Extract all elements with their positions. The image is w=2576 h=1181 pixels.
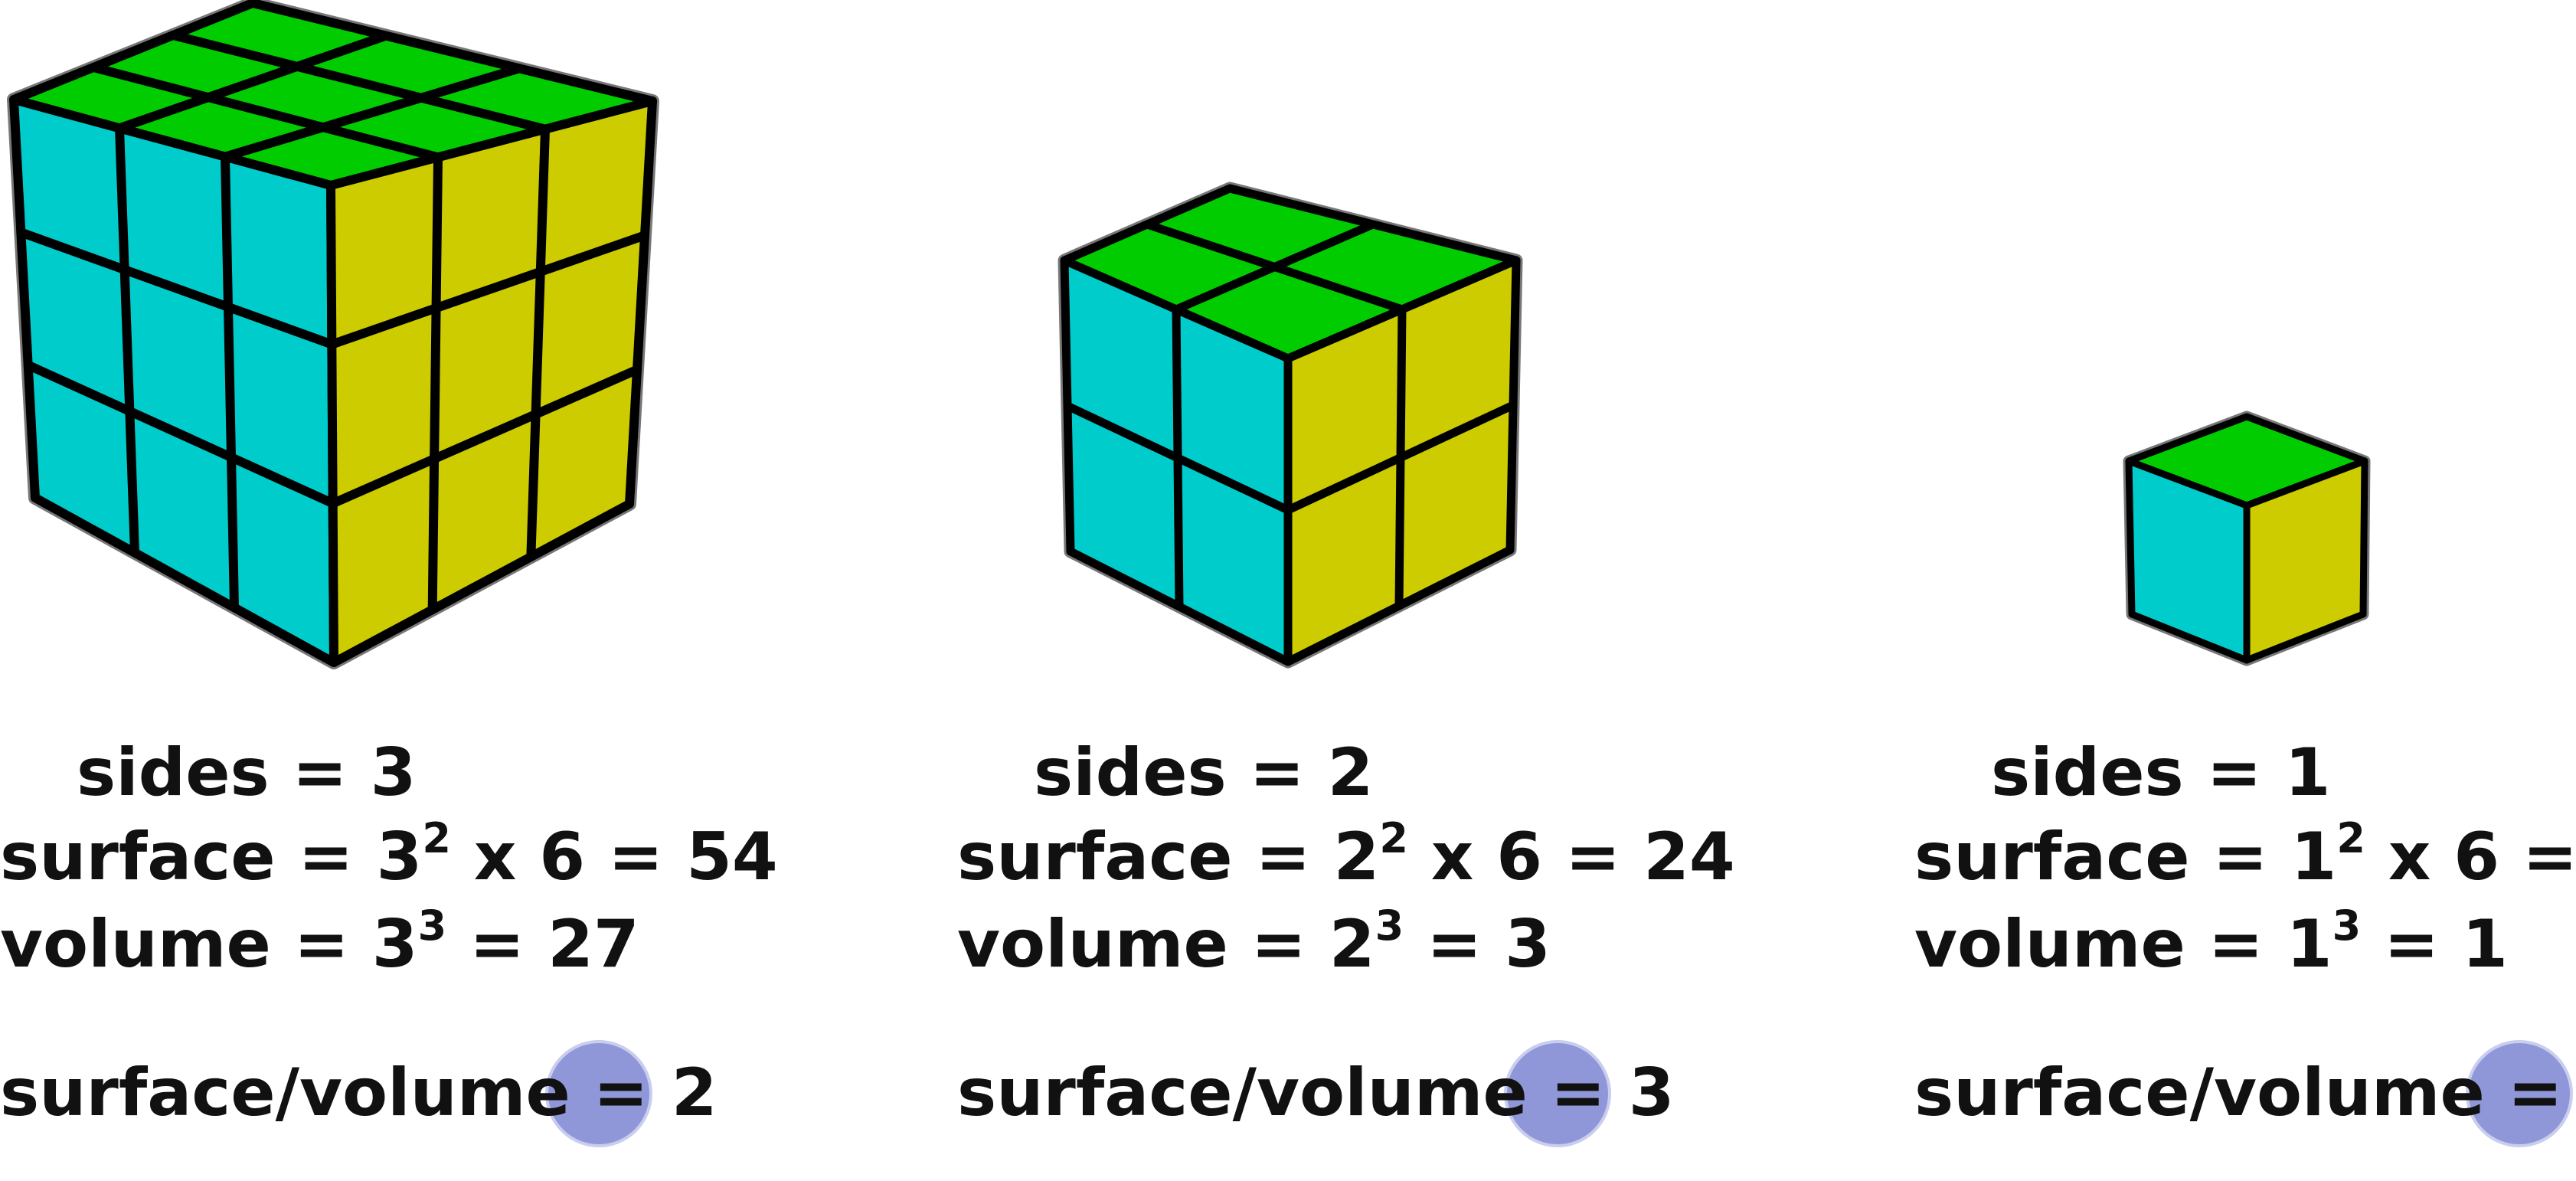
cube-2x2 [1058, 182, 1523, 669]
ratio-value: 2 [671, 1055, 718, 1131]
cube-3x3 [7, 0, 659, 669]
ratio-value: 3 [1628, 1055, 1675, 1131]
sides-label: sides = 3 [77, 734, 417, 811]
volume-formula: volume = 33 = 27 [0, 901, 639, 983]
volume-formula: volume = 13 = 1 [1914, 901, 2508, 983]
volume-formula: volume = 23 = 3 [957, 901, 1551, 983]
surface-volume-ratio: surface/volume = 3 [957, 1055, 1675, 1131]
cube-info-3: sides = 3 surface = 32 x 6 = 54 volume =… [0, 734, 778, 1179]
cube-info-1: sides = 1 surface = 12 x 6 = 6 volume = … [1914, 735, 2576, 1179]
surface-volume-ratio: surface/volume = 6 [1914, 1055, 2576, 1131]
cube-1x1 [2123, 411, 2371, 666]
surface-volume-ratio: surface/volume = 2 [0, 1055, 718, 1131]
surface-formula: surface = 12 x 6 = 6 [1914, 814, 2576, 895]
cube-info-2: sides = 2 surface = 22 x 6 = 24 volume =… [957, 734, 1735, 1179]
surface-formula: surface = 32 x 6 = 54 [0, 814, 778, 895]
right-face-gridline [427, 152, 443, 614]
surface-formula: surface = 22 x 6 = 24 [957, 814, 1735, 895]
sides-label: sides = 1 [1991, 734, 2331, 811]
sides-label: sides = 2 [1034, 734, 1374, 811]
